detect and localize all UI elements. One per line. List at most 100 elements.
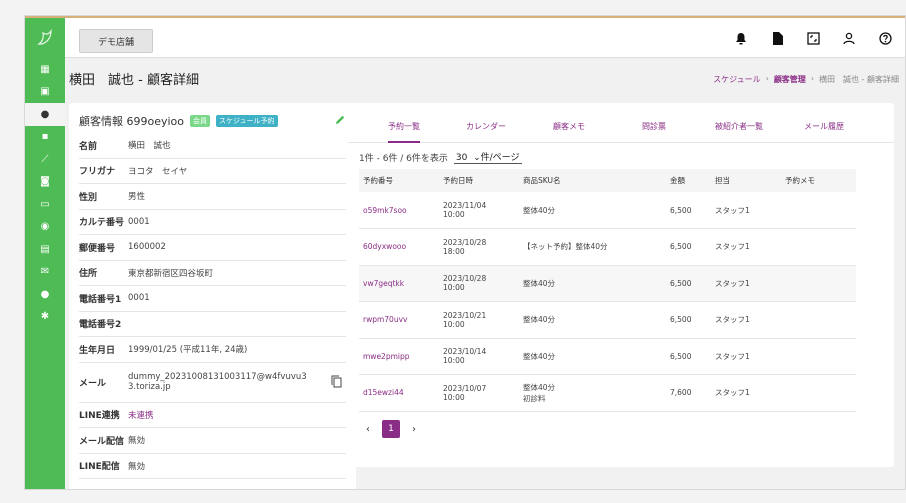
amount: 6,500 <box>670 351 692 361</box>
sku-name: 【ネット予約】整体40分 <box>523 242 608 252</box>
breadcrumb-schedule[interactable]: スケジュール <box>713 74 760 85</box>
field-value: ヨコタ セイヤ <box>128 166 188 177</box>
sidebar-item-customer[interactable]: ● <box>25 103 65 126</box>
field-value: 0001 <box>128 216 150 227</box>
reservation-time: 10:00 <box>443 283 465 293</box>
tab-customer-memo[interactable]: 顧客メモ <box>553 121 585 132</box>
field-label: 性別 <box>79 192 98 203</box>
info-row: メール dummy_20231008131003117@w4fvuvu3 3.tor… <box>79 363 346 403</box>
sidebar: ▦ ▣ ● ▪ ⟋ ◙ ▭ ◉ ▤ ✉ ● ✱ <box>25 18 65 489</box>
staff: スタッフ1 <box>715 388 750 398</box>
logo-icon[interactable] <box>25 18 65 58</box>
tab-reservations[interactable]: 予約一覧 <box>388 121 420 143</box>
info-row: 性別 男性 <box>79 184 346 210</box>
sidebar-item-palette[interactable]: ◉ <box>25 216 65 239</box>
pencil-icon[interactable] <box>334 111 346 130</box>
sidebar-item-settings[interactable]: ✱ <box>25 306 65 329</box>
sidebar-item-calendar[interactable]: ▣ <box>25 81 65 104</box>
sidebar-item-shop[interactable]: ◙ <box>25 171 65 194</box>
per-page-value: 30 <box>455 153 468 163</box>
field-label: メール <box>79 378 107 389</box>
field-label: フリガナ <box>79 167 116 178</box>
sku-name: 整体40分 <box>523 205 556 215</box>
sidebar-item-mail[interactable]: ✉ <box>25 261 65 284</box>
field-value: 未連携 <box>128 410 154 421</box>
table-row[interactable]: o59mk7soo 2023/11/04 10:00 整体40分 6,500 スタッフ1 <box>359 192 856 229</box>
top-header: デモ店舗 <box>65 18 905 58</box>
sku-name: 整体40分 <box>523 315 556 325</box>
user-icon[interactable] <box>841 30 857 46</box>
reservation-number[interactable]: vw7geqtkk <box>363 279 404 288</box>
calendar-icon: ▣ <box>40 86 50 98</box>
breadcrumb-separator: › <box>810 74 815 83</box>
reservation-time: 10:00 <box>443 356 465 366</box>
sidebar-item-chart[interactable]: ⟋ <box>25 148 65 171</box>
settings-icon: ✱ <box>40 311 50 323</box>
info-row: フリガナ ヨコタ セイヤ <box>79 159 346 184</box>
pagination: ‹ 1 › <box>366 420 416 438</box>
col-sku-name: 商品SKU名 <box>519 169 666 192</box>
reservation-number[interactable]: d15ewzi44 <box>363 388 404 397</box>
table-row[interactable]: d15ewzi44 2023/10/07 10:00 整体40分 初診料 7,600 スタッ… <box>359 374 856 412</box>
member-badge: 会員 <box>190 115 211 127</box>
reservation-date: 2023/10/14 <box>443 347 487 357</box>
field-value: 無効 <box>128 436 146 447</box>
field-value: 1999/01/25 (平成11年, 24歳) <box>128 345 248 356</box>
info-row: 住所 東京都新宿区四谷坂町 <box>79 261 346 286</box>
field-value: 無効 <box>128 461 146 472</box>
tab-questionnaire[interactable]: 問診票 <box>642 121 666 132</box>
table-row[interactable]: vw7geqtkk 2023/10/28 10:00 整体40分 6,500 スタッフ1 <box>359 265 856 302</box>
field-label: LINE配信 <box>79 462 120 473</box>
reservation-time: 10:00 <box>443 392 465 402</box>
field-value: 0001 <box>128 293 150 304</box>
amount: 6,500 <box>670 242 692 252</box>
amount: 7,600 <box>670 388 692 398</box>
customer-info-card: 顧客情報 699oeyioo 会員 スケジュール予約 名前 横田 誠也 フリガナ ヨコ… <box>69 103 356 489</box>
amount: 6,500 <box>670 315 692 325</box>
staff: スタッフ1 <box>715 242 750 252</box>
table-row[interactable]: mwe2pmipp 2023/10/14 10:00 整体40分 6,500 スタッフ1 <box>359 338 856 375</box>
field-label: 郵便番号 <box>79 243 116 254</box>
sidebar-item-dashboard[interactable]: ▦ <box>25 58 65 81</box>
breadcrumb-customer-management[interactable]: 顧客管理 <box>774 74 806 85</box>
amount: 6,500 <box>670 278 692 288</box>
copy-icon[interactable] <box>331 375 342 391</box>
tab-calendar[interactable]: カレンダー <box>466 121 506 132</box>
prev-page-icon[interactable]: ‹ <box>366 424 370 435</box>
table-row[interactable]: rwpm70uvv 2023/10/21 10:00 整体40分 6,500 スタッフ1 <box>359 301 856 339</box>
reservation-number[interactable]: rwpm70uvv <box>363 315 407 324</box>
reservation-date: 2023/10/28 <box>443 274 487 284</box>
reservation-number[interactable]: 60dyxwooo <box>363 242 406 251</box>
tab-mail-history[interactable]: メール履歴 <box>804 121 844 132</box>
reservation-date: 2023/11/04 <box>443 201 487 210</box>
per-page-select[interactable]: 30 ⌄件/ページ <box>453 150 522 164</box>
schedule-badge: スケジュール予約 <box>216 115 278 127</box>
field-label: メール配信 <box>79 436 125 447</box>
chart-icon: ⟋ <box>41 153 49 165</box>
field-value-line2: 3.toriza.jp <box>128 382 171 392</box>
sku-name: 整体40分 <box>523 278 556 288</box>
field-value: 男性 <box>128 192 146 203</box>
col-memo: 予約メモ <box>781 169 856 192</box>
sidebar-item-chat[interactable]: ● <box>25 283 65 306</box>
reservation-number[interactable]: o59mk7soo <box>363 206 407 215</box>
expand-icon[interactable] <box>805 30 821 46</box>
chat-icon: ● <box>40 288 50 300</box>
tab-referrals[interactable]: 被紹介者一覧 <box>715 121 763 132</box>
info-row: 電話番号2 <box>79 312 346 337</box>
col-reservation-date: 予約日時 <box>439 169 519 192</box>
table-row[interactable]: 60dyxwooo 2023/10/28 18:00 【ネット予約】整体40分 6,50… <box>359 228 856 266</box>
help-icon[interactable] <box>877 30 893 46</box>
sidebar-item-store[interactable]: ▤ <box>25 238 65 261</box>
store-select-button[interactable]: デモ店舗 <box>79 29 153 53</box>
reservation-number[interactable]: mwe2pmipp <box>363 352 410 361</box>
document-icon[interactable] <box>769 30 785 46</box>
dashboard-icon: ▦ <box>40 63 50 75</box>
sidebar-item-card[interactable]: ▭ <box>25 193 65 216</box>
field-label: 生年月日 <box>79 345 116 356</box>
staff: スタッフ1 <box>715 315 750 325</box>
page-number[interactable]: 1 <box>382 420 400 438</box>
next-page-icon[interactable]: › <box>412 424 416 435</box>
bell-icon[interactable] <box>733 30 749 46</box>
sidebar-item-badge[interactable]: ▪ <box>25 126 65 149</box>
